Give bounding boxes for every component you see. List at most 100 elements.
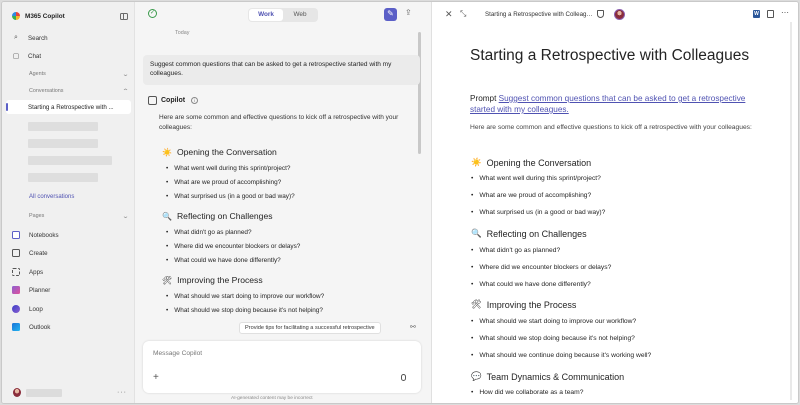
loop-icon [12, 305, 20, 313]
planner-icon [12, 286, 20, 294]
sidebar-item-apps[interactable]: Apps [12, 266, 127, 278]
response-intro: Here are some common and effective quest… [159, 114, 399, 131]
list-item: How did we collaborate as a team? [471, 389, 583, 396]
list-item: Where did we encounter blockers or delay… [166, 243, 300, 250]
app-title: M365 Copilot [25, 12, 65, 20]
sidebar-item-search[interactable]: ⌕ Search [12, 32, 127, 44]
copilot-response-header: Copilot i [148, 96, 199, 105]
word-icon[interactable]: W [753, 10, 760, 18]
all-conversations-link[interactable]: All conversations [29, 194, 74, 200]
scrollbar[interactable] [790, 22, 792, 400]
date-separator: Today [175, 30, 190, 36]
toggle-work[interactable]: Work [249, 9, 283, 21]
app-window: M365 Copilot ⌕ Search ▢ Chat Agents ⌄ Co… [1, 1, 799, 404]
speech-bubble-icon: 💬 [471, 371, 482, 381]
scrollbar[interactable] [418, 32, 421, 154]
user-name [26, 388, 62, 397]
chat-pane: ✓ Work Web ✎ ⇪ Today Suggest common ques… [135, 2, 430, 403]
apps-icon [12, 268, 20, 276]
list-item: What should we continue doing because it… [471, 352, 651, 359]
prompt-link[interactable]: Suggest common questions that can be ask… [470, 94, 745, 114]
conversation-item[interactable] [28, 122, 98, 131]
notebook-icon [12, 231, 20, 239]
chat-icon: ▢ [12, 53, 20, 60]
sidebar-item-create[interactable]: Create [12, 247, 127, 259]
toggle-web[interactable]: Web [283, 9, 317, 21]
more-options-icon[interactable]: ⋯ [781, 8, 789, 17]
list-item: What went well during this sprint/projec… [471, 175, 601, 182]
list-item: What surprised us (in a good or bad way)… [166, 193, 294, 200]
share-icon[interactable]: ⇪ [405, 8, 412, 17]
copy-icon[interactable] [767, 10, 774, 18]
list-item: What could we have done differently? [471, 281, 590, 288]
list-item: What didn't go as planned? [471, 247, 560, 254]
collapse-sidebar-icon[interactable] [120, 12, 128, 20]
section-label: Agents [29, 71, 46, 77]
sun-icon: ☀️ [162, 147, 172, 157]
section-heading: 🔍 Reflecting on Challenges [471, 228, 587, 239]
section-conversations[interactable]: Conversations ⌃ [29, 88, 129, 95]
conversation-item[interactable] [28, 173, 98, 182]
section-title: Reflecting on Challenges [486, 228, 587, 239]
prompt-gallery-icon[interactable]: ⚯ [410, 323, 416, 331]
section-heading: ☀️ Opening the Conversation [162, 147, 277, 157]
message-input[interactable]: Message Copilot [153, 350, 202, 357]
list-item: What should we start doing to improve ou… [166, 293, 324, 300]
sidebar-item-loop[interactable]: Loop [12, 303, 127, 315]
section-agents[interactable]: Agents ⌄ [29, 71, 129, 78]
copilot-logo-icon [12, 12, 20, 20]
list-item: What should we stop doing because it's n… [471, 335, 635, 342]
info-icon[interactable]: i [191, 97, 199, 104]
sidebar-item-label: Apps [29, 268, 44, 276]
section-title: Improving the Process [486, 299, 577, 310]
new-chat-button[interactable]: ✎ [384, 8, 397, 21]
search-icon: ⌕ [14, 34, 18, 41]
list-item: What should we start doing to improve ou… [471, 318, 636, 325]
sidebar-item-label: Notebooks [29, 231, 59, 239]
sidebar-item-planner[interactable]: Planner [12, 284, 127, 296]
conversation-item[interactable] [28, 139, 98, 148]
avatar[interactable] [614, 9, 625, 20]
section-title: Improving the Process [177, 275, 263, 285]
prompt-label: Prompt [470, 94, 497, 103]
section-title: Opening the Conversation [176, 147, 277, 157]
sidebar-item-label: Planner [29, 286, 51, 294]
sidebar: M365 Copilot ⌕ Search ▢ Chat Agents ⌄ Co… [2, 2, 135, 403]
sidebar-item-notebooks[interactable]: Notebooks [12, 229, 127, 241]
sidebar-item-label: Loop [29, 305, 43, 313]
expand-icon[interactable]: ⤡ [460, 9, 466, 19]
create-icon [12, 249, 20, 257]
section-pages[interactable]: Pages ⌄ [29, 213, 129, 220]
close-icon[interactable]: ✕ [445, 9, 453, 20]
ai-disclaimer: AI-generated content may be incorrect [231, 396, 313, 401]
list-item: What surprised us (in a good or bad way)… [471, 209, 605, 216]
section-label: Conversations [29, 88, 64, 94]
user-profile[interactable]: ··· [13, 388, 127, 397]
section-label: Pages [29, 213, 45, 219]
section-heading: 🔍 Reflecting on Challenges [162, 211, 273, 221]
sidebar-item-outlook[interactable]: Outlook [12, 321, 127, 333]
section-title: Team Dynamics & Communication [486, 371, 625, 382]
list-item: What are we proud of accomplishing? [166, 179, 281, 186]
more-options-icon[interactable]: ··· [117, 389, 127, 396]
outlook-icon [12, 323, 20, 331]
list-item: What didn't go as planned? [166, 229, 251, 236]
message-composer[interactable]: Message Copilot + [143, 341, 421, 393]
user-message: Suggest common questions that can be ask… [143, 55, 420, 85]
sidebar-item-chat[interactable]: ▢ Chat [12, 50, 127, 62]
magnifier-icon: 🔍 [471, 228, 482, 238]
suggestion-chip[interactable]: Provide tips for facilitating a successf… [239, 322, 381, 334]
tools-icon: 🛠 [162, 275, 173, 285]
magnifier-icon: 🔍 [162, 211, 172, 221]
tools-icon: 🛠 [471, 299, 482, 309]
conversation-item-active[interactable]: Starting a Retrospective with ... [6, 100, 131, 114]
list-item: What went well during this sprint/projec… [166, 165, 290, 172]
document-heading: Starting a Retrospective with Colleagues [470, 47, 750, 64]
sidebar-item-label: Outlook [29, 323, 51, 331]
section-heading: 🛠 Improving the Process [471, 299, 576, 310]
add-attachment-icon[interactable]: + [153, 372, 159, 383]
work-web-toggle[interactable]: Work Web [248, 8, 318, 22]
conversation-item[interactable] [28, 156, 112, 165]
list-item: What could we have done differently? [166, 257, 280, 264]
microphone-icon[interactable] [401, 374, 406, 381]
